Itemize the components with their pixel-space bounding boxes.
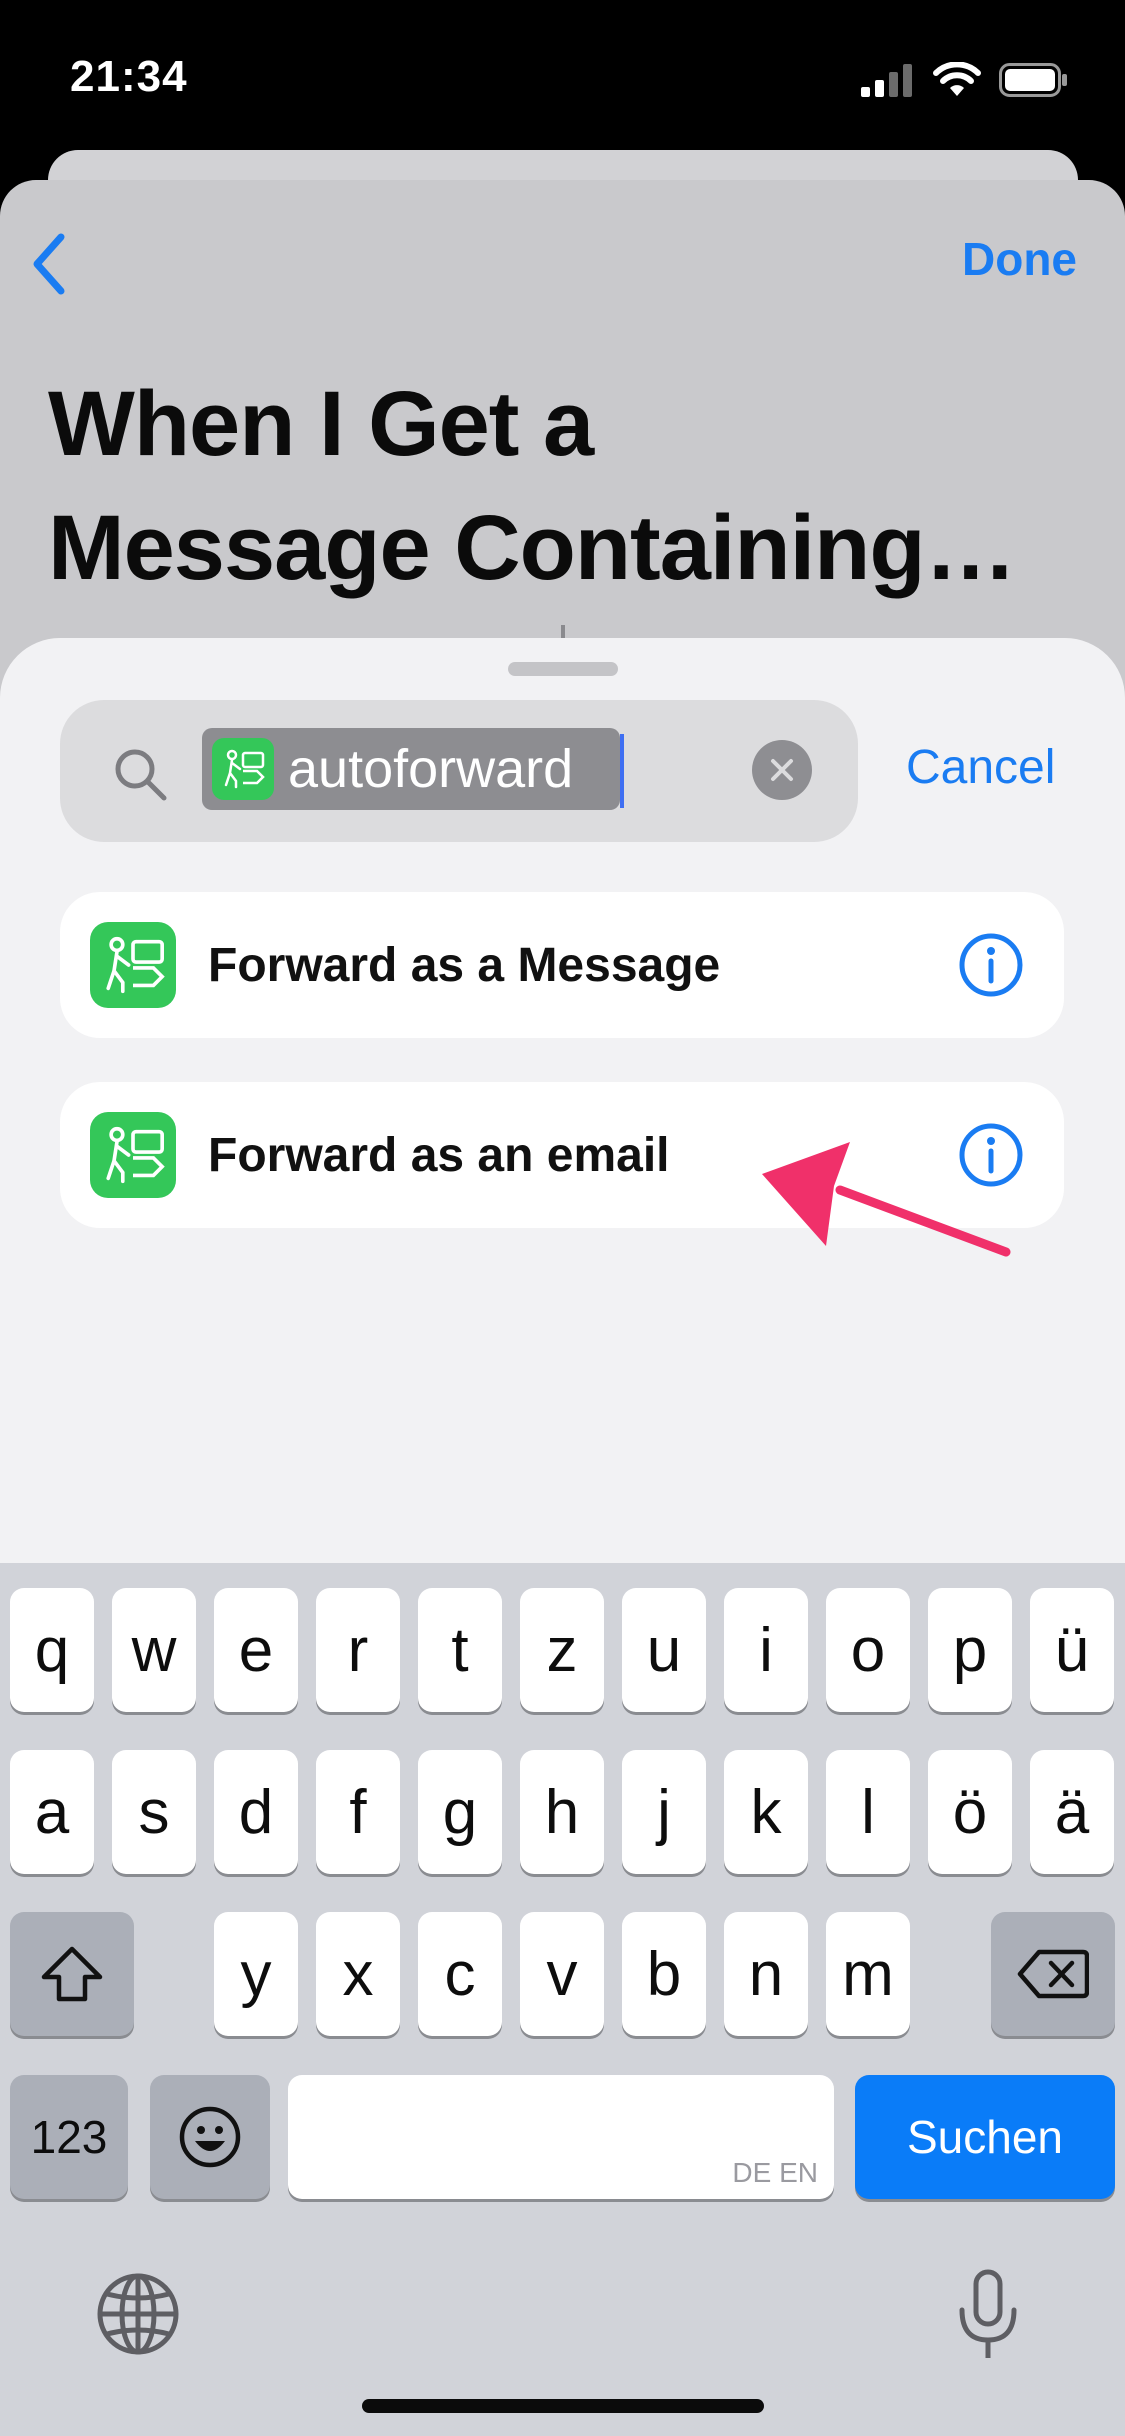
key-ä[interactable]: ä [1030, 1750, 1114, 1874]
delete-key[interactable] [991, 1912, 1115, 2036]
key-o[interactable]: o [826, 1588, 910, 1712]
result-label: Forward as an email [208, 1129, 670, 1182]
annotation-arrow [762, 1142, 1011, 1257]
globe-icon[interactable] [94, 2270, 182, 2358]
back-button[interactable] [24, 232, 74, 296]
status-bar: 21:34 [0, 0, 1125, 150]
key-u[interactable]: u [622, 1588, 706, 1712]
text-cursor [620, 734, 624, 808]
done-button[interactable]: Done [962, 232, 1077, 286]
chevron-left-icon [33, 233, 65, 295]
search-input[interactable]: autoforward [60, 700, 858, 842]
info-icon[interactable] [958, 932, 1024, 998]
key-j[interactable]: j [622, 1750, 706, 1874]
battery-icon [999, 63, 1067, 97]
key-c[interactable]: c [418, 1912, 502, 2036]
clear-search-button[interactable] [752, 740, 812, 800]
key-a[interactable]: a [10, 1750, 94, 1874]
page-title: When I Get a Message Containing… [48, 362, 1088, 610]
search-query: autoforward [288, 739, 574, 799]
emoji-icon [179, 2106, 241, 2168]
autoforward-app-icon [90, 1112, 176, 1198]
result-row[interactable]: Forward as a Message [60, 892, 1064, 1038]
key-ö[interactable]: ö [928, 1750, 1012, 1874]
page-title-line: Message Containing… [48, 497, 1017, 599]
key-d[interactable]: d [214, 1750, 298, 1874]
key-b[interactable]: b [622, 1912, 706, 2036]
wifi-icon [933, 62, 981, 96]
emoji-key[interactable] [150, 2075, 270, 2199]
clear-icon [771, 759, 793, 781]
key-s[interactable]: s [112, 1750, 196, 1874]
key-h[interactable]: h [520, 1750, 604, 1874]
key-y[interactable]: y [214, 1912, 298, 2036]
key-g[interactable]: g [418, 1750, 502, 1874]
shift-icon [41, 1946, 103, 2002]
status-time: 21:34 [70, 52, 188, 101]
cellular-signal-icon [861, 64, 912, 97]
autoforward-app-icon [212, 738, 274, 800]
space-language-hint: DE EN [732, 2157, 818, 2188]
status-icons [861, 60, 1069, 100]
search-key[interactable]: Suchen [855, 2075, 1115, 2199]
microphone-icon[interactable] [956, 2268, 1020, 2364]
space-key[interactable]: DE EN [288, 2075, 834, 2199]
key-r[interactable]: r [316, 1588, 400, 1712]
key-x[interactable]: x [316, 1912, 400, 2036]
page-title-line: When I Get a [48, 373, 594, 475]
numbers-key[interactable]: 123 [10, 2075, 128, 2199]
delete-icon [1017, 1949, 1089, 1999]
key-f[interactable]: f [316, 1750, 400, 1874]
autoforward-app-icon [90, 922, 176, 1008]
key-n[interactable]: n [724, 1912, 808, 2036]
search-token[interactable]: autoforward [202, 728, 620, 810]
key-w[interactable]: w [112, 1588, 196, 1712]
key-v[interactable]: v [520, 1912, 604, 2036]
key-i[interactable]: i [724, 1588, 808, 1712]
shift-key[interactable] [10, 1912, 134, 2036]
key-l[interactable]: l [826, 1750, 910, 1874]
cancel-button[interactable]: Cancel [906, 740, 1055, 795]
key-e[interactable]: e [214, 1588, 298, 1712]
key-t[interactable]: t [418, 1588, 502, 1712]
result-label: Forward as a Message [208, 939, 721, 992]
sheet-grabber[interactable] [508, 662, 618, 676]
key-k[interactable]: k [724, 1750, 808, 1874]
home-indicator [362, 2399, 764, 2413]
key-ü[interactable]: ü [1030, 1588, 1114, 1712]
key-z[interactable]: z [520, 1588, 604, 1712]
search-icon [115, 749, 167, 801]
key-q[interactable]: q [10, 1588, 94, 1712]
key-p[interactable]: p [928, 1588, 1012, 1712]
key-m[interactable]: m [826, 1912, 910, 2036]
